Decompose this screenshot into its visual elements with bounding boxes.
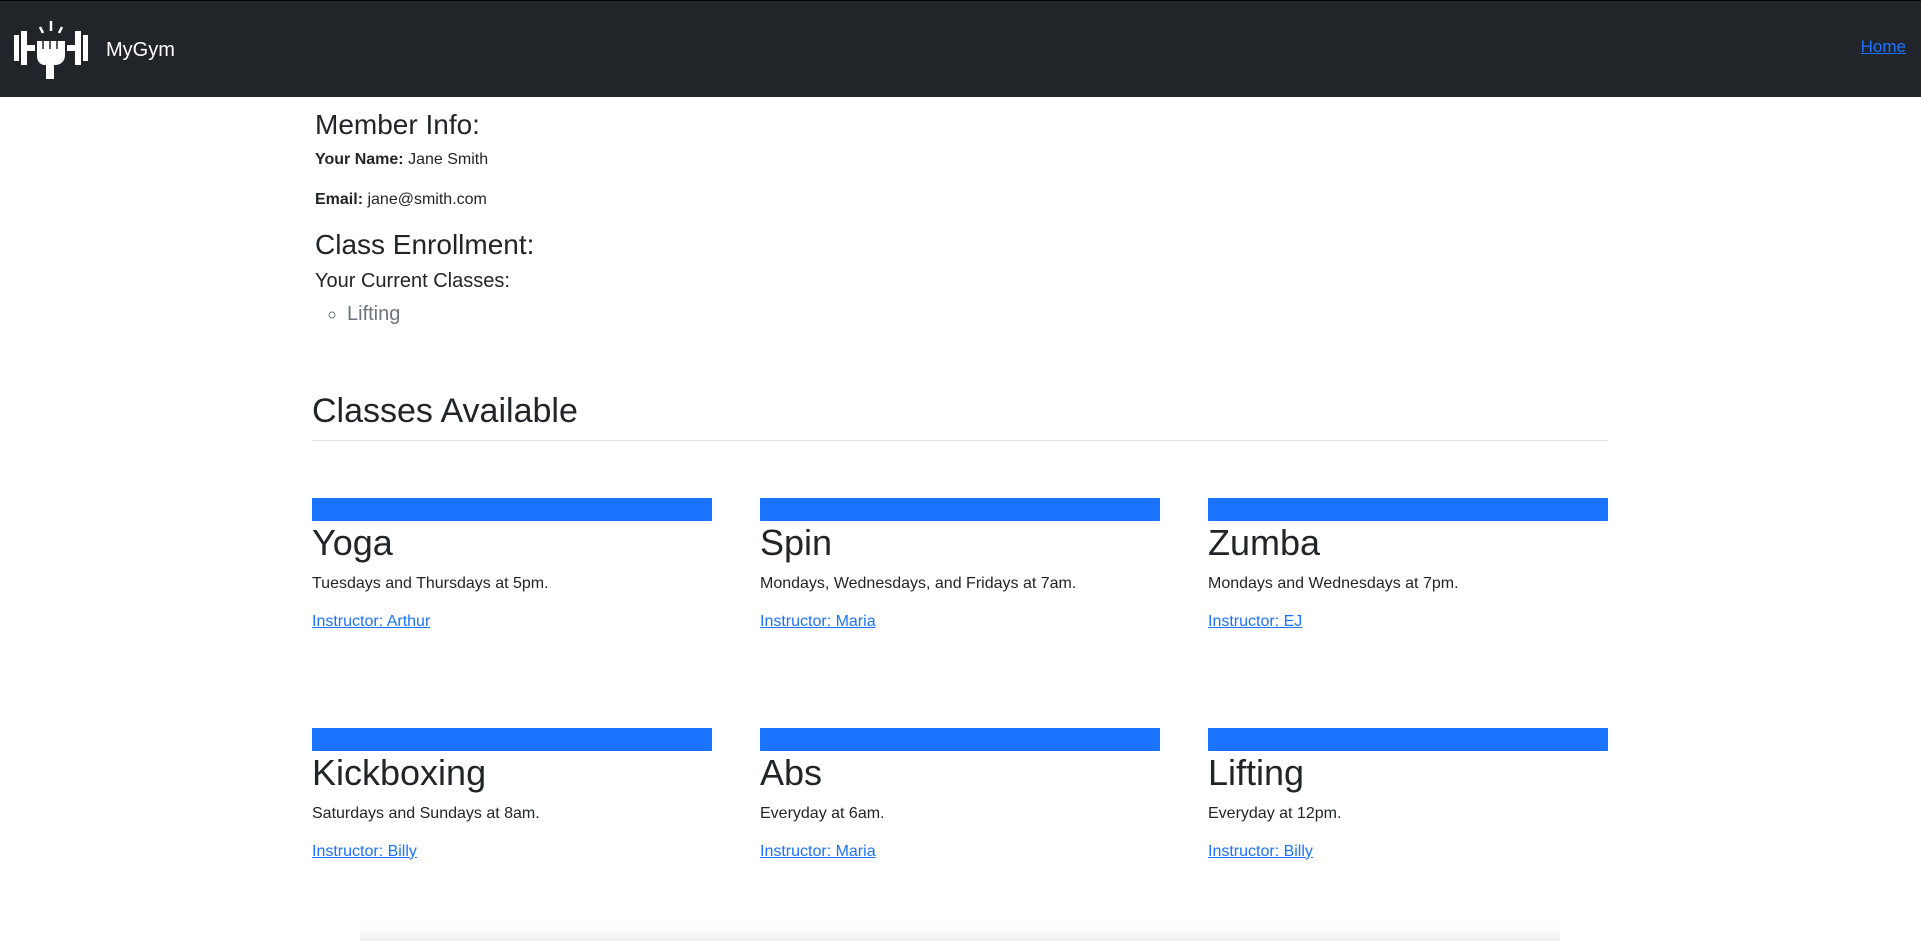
instructor-link[interactable]: Instructor: Maria [760,613,876,631]
instructor-link[interactable]: Instructor: Arthur [312,613,430,631]
card-schedule: Everyday at 12pm. [1208,804,1342,822]
card-accent-bar [760,728,1160,751]
card-title: Zumba [1208,522,1321,563]
member-section: Member Info: Your Name: Jane Smith Email… [315,108,1315,329]
card-schedule: Tuesdays and Thursdays at 5pm. [312,574,549,592]
card-title: Spin [760,522,833,563]
card-schedule: Mondays, Wednesdays, and Fridays at 7am. [760,574,1077,592]
class-card-kickboxing: Kickboxing Saturdays and Sundays at 8am.… [312,728,712,861]
name-value: Jane Smith [408,150,489,168]
brand[interactable]: MyGym [12,19,175,81]
class-enrollment-heading: Class Enrollment: [315,228,535,260]
classes-available-heading: Classes Available [312,392,578,430]
footer-shadow [360,925,1560,941]
card-title: Yoga [312,522,393,563]
class-card-spin: Spin Mondays, Wednesdays, and Fridays at… [760,498,1160,631]
class-card-lifting: Lifting Everyday at 12pm. Instructor: Bi… [1208,728,1608,861]
card-accent-bar [312,498,712,521]
instructor-link[interactable]: Instructor: Maria [760,843,876,861]
top-navbar: MyGym Home [0,0,1921,97]
card-accent-bar [760,498,1160,521]
instructor-link[interactable]: Instructor: EJ [1208,613,1302,631]
current-classes-list: Lifting [315,299,1315,329]
card-schedule: Everyday at 6am. [760,804,885,822]
name-label: Your Name: [315,150,404,168]
class-card-zumba: Zumba Mondays and Wednesdays at 7pm. Ins… [1208,498,1608,631]
home-link[interactable]: Home [1861,37,1906,57]
instructor-link[interactable]: Instructor: Billy [1208,843,1313,861]
card-accent-bar [1208,728,1608,751]
card-schedule: Saturdays and Sundays at 8am. [312,804,540,822]
email-value: jane@smith.com [367,190,487,208]
card-accent-bar [312,728,712,751]
card-accent-bar [1208,498,1608,521]
fist-dumbbell-icon [14,21,88,79]
class-card-yoga: Yoga Tuesdays and Thursdays at 5pm. Inst… [312,498,712,631]
list-item: Lifting [347,299,1315,329]
email-label: Email: [315,190,364,208]
card-title: Kickboxing [312,752,487,793]
card-schedule: Mondays and Wednesdays at 7pm. [1208,574,1459,592]
divider [312,440,1608,441]
instructor-link[interactable]: Instructor: Billy [312,843,417,861]
card-title: Abs [760,752,823,793]
card-title: Lifting [1208,752,1305,793]
member-email-line: Email: jane@smith.com [315,188,1315,212]
member-info-heading: Member Info: [315,109,480,140]
class-card-abs: Abs Everyday at 6am. Instructor: Maria [760,728,1160,861]
member-name-line: Your Name: Jane Smith [315,148,1315,172]
brand-name: MyGym [106,38,175,61]
current-classes-label: Your Current Classes: [315,270,510,293]
